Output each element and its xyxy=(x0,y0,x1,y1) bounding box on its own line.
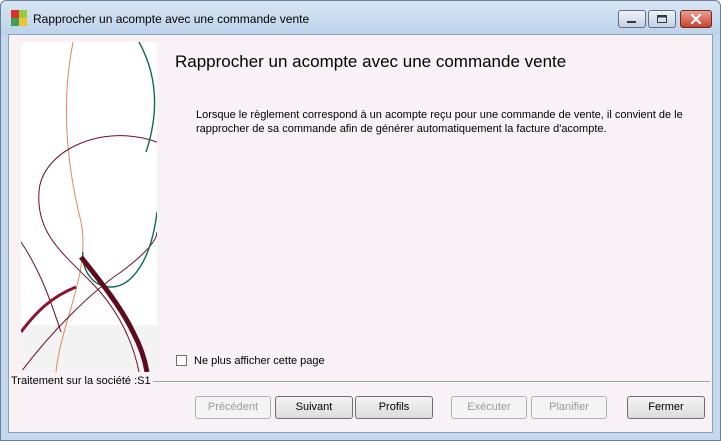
window-title: Rapprocher un acompte avec une commande … xyxy=(33,12,310,26)
close-icon xyxy=(690,13,702,25)
minimize-icon xyxy=(627,21,636,23)
close-button[interactable] xyxy=(680,10,712,28)
wizard-content: Rapprocher un acompte avec une commande … xyxy=(8,34,713,433)
company-label: Traitement sur la société :S1 xyxy=(11,375,153,387)
previous-button[interactable]: Précédent xyxy=(195,396,271,419)
minimize-button[interactable] xyxy=(618,10,646,28)
hide-page-label: Ne plus afficher cette page xyxy=(194,355,325,367)
next-button[interactable]: Suivant xyxy=(275,396,353,419)
maximize-icon xyxy=(657,15,667,23)
description-line-1: Lorsque le règlement correspond à un aco… xyxy=(196,109,683,121)
wizard-window: Rapprocher un acompte avec une commande … xyxy=(0,0,721,441)
description-line-2: rapprocher de sa commande afin de génére… xyxy=(196,123,607,135)
company-separator: Traitement sur la société :S1 xyxy=(9,375,712,389)
page-title: Rapprocher un acompte avec une commande … xyxy=(175,52,567,71)
hide-page-checkbox[interactable] xyxy=(176,355,187,366)
maximize-button[interactable] xyxy=(648,10,676,28)
decorative-banner xyxy=(21,42,157,372)
profiles-button[interactable]: Profils xyxy=(355,396,433,419)
page-description: Lorsque le règlement correspond à un aco… xyxy=(196,108,696,136)
execute-button[interactable]: Exécuter xyxy=(451,396,527,419)
close-dialog-button[interactable]: Fermer xyxy=(627,396,705,419)
separator-line xyxy=(151,381,710,383)
app-icon xyxy=(11,10,27,26)
swirl-lines-graphic xyxy=(21,42,157,372)
title-bar[interactable]: Rapprocher un acompte avec une commande … xyxy=(1,1,720,35)
schedule-button[interactable]: Planifier xyxy=(531,396,607,419)
